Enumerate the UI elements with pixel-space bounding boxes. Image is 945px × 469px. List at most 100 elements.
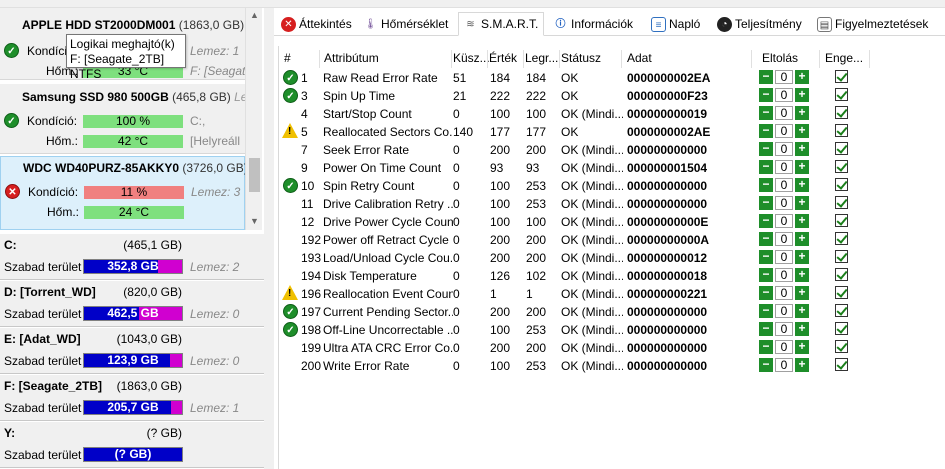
- table-row[interactable]: 200 Write Error Rate 0 100 253 OK (Mindi... 00…: [279, 357, 879, 375]
- offset-stepper[interactable]: −0 +: [759, 124, 809, 139]
- offset-stepper[interactable]: −0 +: [759, 196, 809, 211]
- offset-value[interactable]: 0: [775, 250, 793, 264]
- table-row[interactable]: ✓ 3 Spin Up Time 21 222 222 OK 000000000F23 −0 +: [279, 87, 879, 105]
- offset-value[interactable]: 0: [775, 268, 793, 282]
- col-header-status[interactable]: Státusz: [561, 51, 601, 65]
- minus-icon[interactable]: −: [759, 88, 773, 102]
- table-row[interactable]: 192 Power off Retract Cycle ... 0 200 200 OK …: [279, 231, 879, 249]
- offset-stepper[interactable]: −0 +: [759, 178, 809, 193]
- tab-smart[interactable]: ≋ S.M.A.R.T.: [458, 12, 544, 36]
- tab-performance[interactable]: ◔ Teljesítmény: [712, 12, 808, 36]
- col-header-value[interactable]: Érték: [489, 51, 517, 65]
- table-row[interactable]: 12 Drive Power Cycle Count 0 100 100 OK (Mind…: [279, 213, 879, 231]
- enable-checkbox[interactable]: [835, 268, 848, 281]
- col-header-enable[interactable]: Enge...: [825, 51, 863, 65]
- enable-checkbox[interactable]: [835, 322, 848, 335]
- offset-stepper[interactable]: −0 +: [759, 268, 809, 283]
- offset-value[interactable]: 0: [775, 178, 793, 192]
- offset-value[interactable]: 0: [775, 232, 793, 246]
- plus-icon[interactable]: +: [795, 196, 809, 210]
- tab-info[interactable]: ⓘ Információk: [548, 12, 642, 36]
- offset-value[interactable]: 0: [775, 214, 793, 228]
- enable-checkbox[interactable]: [835, 250, 848, 263]
- offset-stepper[interactable]: −0 +: [759, 214, 809, 229]
- plus-icon[interactable]: +: [795, 160, 809, 174]
- enable-checkbox[interactable]: [835, 196, 848, 209]
- offset-stepper[interactable]: −0 +: [759, 142, 809, 157]
- disk-item-selected[interactable]: WDC WD40PURZ-85AKKY0 (3726,0 GB) ✕ Kondí…: [0, 156, 245, 230]
- plus-icon[interactable]: +: [795, 106, 809, 120]
- volume-item[interactable]: F: [Seagate_2TB] (1863,0 GB) Szabad terü…: [0, 375, 264, 421]
- disk-item[interactable]: Samsung SSD 980 500GB (465,8 GB) Lem ✓ K…: [0, 84, 245, 154]
- offset-stepper[interactable]: −0 +: [759, 322, 809, 337]
- offset-stepper[interactable]: −0 +: [759, 340, 809, 355]
- table-row[interactable]: ! 5 Reallocated Sectors Co... 140 177 177 OK 00…: [279, 123, 879, 141]
- offset-stepper[interactable]: −0 +: [759, 304, 809, 319]
- enable-checkbox[interactable]: [835, 142, 848, 155]
- offset-stepper[interactable]: −0 +: [759, 250, 809, 265]
- col-header-worst[interactable]: Legr...: [525, 51, 558, 65]
- minus-icon[interactable]: −: [759, 232, 773, 246]
- offset-stepper[interactable]: −0 +: [759, 88, 809, 103]
- minus-icon[interactable]: −: [759, 286, 773, 300]
- col-header-threshold[interactable]: Küsz...: [453, 51, 490, 65]
- offset-stepper[interactable]: −0 +: [759, 70, 809, 85]
- col-header-data[interactable]: Adat: [627, 51, 652, 65]
- scrollbar-thumb[interactable]: [249, 158, 260, 192]
- offset-stepper[interactable]: −0 +: [759, 286, 809, 301]
- enable-checkbox[interactable]: [835, 124, 848, 137]
- offset-stepper[interactable]: −0 +: [759, 160, 809, 175]
- tab-warnings[interactable]: ▤ Figyelmeztetések: [812, 12, 942, 36]
- table-row[interactable]: 199 Ultra ATA CRC Error Co... 0 200 200 OK (M…: [279, 339, 879, 357]
- plus-icon[interactable]: +: [795, 250, 809, 264]
- plus-icon[interactable]: +: [795, 322, 809, 336]
- table-row[interactable]: 7 Seek Error Rate 0 200 200 OK (Mindi... 00000…: [279, 141, 879, 159]
- minus-icon[interactable]: −: [759, 142, 773, 156]
- plus-icon[interactable]: +: [795, 124, 809, 138]
- scroll-up-icon[interactable]: ▲: [250, 10, 259, 20]
- volume-item[interactable]: Y: (? GB) Szabad terület (? GB): [0, 422, 264, 468]
- plus-icon[interactable]: +: [795, 232, 809, 246]
- offset-value[interactable]: 0: [775, 358, 793, 372]
- volume-item[interactable]: C: (465,1 GB) Szabad terület 352,8 GB Le…: [0, 234, 264, 280]
- offset-value[interactable]: 0: [775, 160, 793, 174]
- plus-icon[interactable]: +: [795, 214, 809, 228]
- plus-icon[interactable]: +: [795, 70, 809, 84]
- enable-checkbox[interactable]: [835, 160, 848, 173]
- offset-value[interactable]: 0: [775, 124, 793, 138]
- plus-icon[interactable]: +: [795, 286, 809, 300]
- enable-checkbox[interactable]: [835, 88, 848, 101]
- plus-icon[interactable]: +: [795, 340, 809, 354]
- minus-icon[interactable]: −: [759, 196, 773, 210]
- table-row[interactable]: 4 Start/Stop Count 0 100 100 OK (Mindi... 0000…: [279, 105, 879, 123]
- offset-value[interactable]: 0: [775, 106, 793, 120]
- minus-icon[interactable]: −: [759, 268, 773, 282]
- minus-icon[interactable]: −: [759, 214, 773, 228]
- table-row[interactable]: 9 Power On Time Count 0 93 93 OK (Mindi... 000…: [279, 159, 879, 177]
- col-header-attribute[interactable]: Attribútum: [324, 51, 379, 65]
- minus-icon[interactable]: −: [759, 304, 773, 318]
- table-row[interactable]: ! 196 Reallocation Event Count 0 1 1 OK (Mindi…: [279, 285, 879, 303]
- minus-icon[interactable]: −: [759, 340, 773, 354]
- offset-value[interactable]: 0: [775, 196, 793, 210]
- offset-value[interactable]: 0: [775, 304, 793, 318]
- table-row[interactable]: ✓ 198 Off-Line Uncorrectable ... 0 100 253 OK …: [279, 321, 879, 339]
- enable-checkbox[interactable]: [835, 358, 848, 371]
- minus-icon[interactable]: −: [759, 322, 773, 336]
- volume-item[interactable]: D: [Torrent_WD] (820,0 GB) Szabad terüle…: [0, 281, 264, 327]
- minus-icon[interactable]: −: [759, 70, 773, 84]
- plus-icon[interactable]: +: [795, 304, 809, 318]
- offset-stepper[interactable]: −0 +: [759, 358, 809, 373]
- minus-icon[interactable]: −: [759, 106, 773, 120]
- offset-value[interactable]: 0: [775, 70, 793, 84]
- enable-checkbox[interactable]: [835, 304, 848, 317]
- offset-value[interactable]: 0: [775, 286, 793, 300]
- tab-overview[interactable]: ✕ Áttekintés: [276, 12, 356, 36]
- table-row[interactable]: ✓ 1 Raw Read Error Rate 51 184 184 OK 000000000…: [279, 69, 879, 87]
- minus-icon[interactable]: −: [759, 124, 773, 138]
- offset-value[interactable]: 0: [775, 88, 793, 102]
- minus-icon[interactable]: −: [759, 358, 773, 372]
- table-row[interactable]: 11 Drive Calibration Retry ... 0 100 253 OK (…: [279, 195, 879, 213]
- offset-stepper[interactable]: −0 +: [759, 232, 809, 247]
- offset-stepper[interactable]: −0 +: [759, 106, 809, 121]
